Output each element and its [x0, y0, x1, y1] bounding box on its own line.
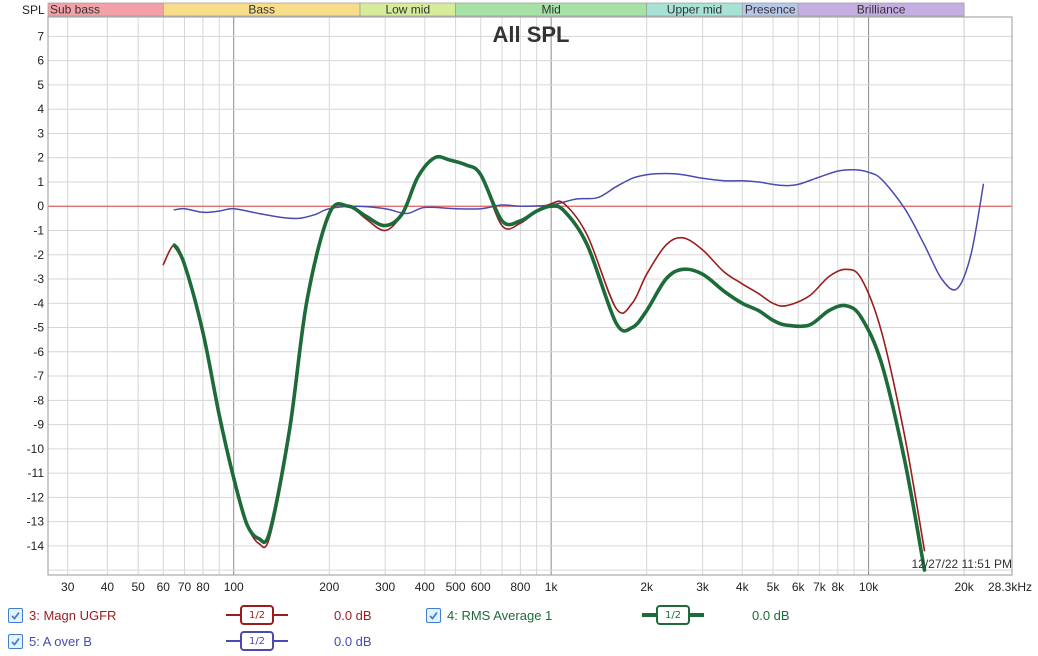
checkbox[interactable]	[8, 607, 23, 623]
x-tick-label: 20k	[954, 580, 974, 594]
x-tick-label: 30	[61, 580, 75, 594]
y-tick-label: -9	[33, 418, 44, 432]
checkbox[interactable]	[426, 607, 441, 623]
y-tick-label: -6	[33, 345, 44, 359]
x-tick-label: 400	[415, 580, 435, 594]
y-tick-label: 1	[37, 175, 44, 189]
band-label: Sub bass	[50, 3, 100, 17]
x-tick-label: 10k	[859, 580, 879, 594]
x-tick-label: 6k	[792, 580, 806, 594]
y-tick-label: 3	[37, 126, 44, 140]
x-tick-label: 4k	[736, 580, 750, 594]
series-lines	[162, 154, 985, 572]
offset-value-a-over-b: 0.0 dB	[334, 633, 372, 649]
timestamp: 12/27/22 11:51 PM	[911, 557, 1012, 571]
frequency-band-bar: Sub bass Bass Low mid Mid Upper mid Presence B…	[47, 3, 965, 17]
legend-item-a-over-b[interactable]: 5: A over B	[8, 630, 92, 652]
x-tick-label: 50	[131, 580, 145, 594]
y-tick-label: -5	[33, 321, 44, 335]
legend-item-magn-ugfr[interactable]: 3: Magn UGFR	[8, 604, 116, 626]
band-label: Bass	[248, 3, 275, 17]
x-tick-label: 800	[510, 580, 530, 594]
y-tick-label: 5	[37, 78, 44, 92]
y-tick-label: -3	[33, 272, 44, 286]
x-tick-label: 3k	[696, 580, 710, 594]
smoothing-value[interactable]: 1/2	[240, 605, 274, 625]
smoothing-value[interactable]: 1/2	[656, 605, 690, 625]
band-label: Low mid	[385, 3, 430, 17]
legend-label: 4: RMS Average 1	[447, 607, 553, 623]
y-tick-label: 7	[37, 29, 44, 43]
x-tick-label: 40	[101, 580, 115, 594]
chart-title: All SPL	[492, 22, 569, 47]
smoothing-control-magn-ugfr[interactable]: 1/2	[226, 604, 288, 626]
smoothing-value[interactable]: 1/2	[240, 631, 274, 651]
y-tick-label: -14	[27, 539, 45, 553]
smoothing-control-rms-average[interactable]: 1/2	[642, 604, 704, 626]
x-tick-label: 1k	[545, 580, 559, 594]
y-tick-label: -2	[33, 248, 44, 262]
y-tick-label: 6	[37, 54, 44, 68]
x-tick-label: 100	[224, 580, 244, 594]
x-tick-label: 60	[157, 580, 171, 594]
smoothing-control-a-over-b[interactable]: 1/2	[226, 630, 288, 652]
x-tick-labels: 30 40 50 60 70 80 100 200 300 400 500 600 800 1k 2k 3k 4…	[61, 580, 1032, 594]
series-line-series4[interactable]	[172, 154, 927, 572]
x-tick-label: 300	[375, 580, 395, 594]
y-axis-label: SPL	[22, 3, 45, 17]
y-tick-label: -13	[27, 515, 45, 529]
legend-label: 3: Magn UGFR	[29, 607, 117, 623]
y-tick-label: 4	[37, 102, 44, 116]
y-tick-label: -10	[27, 442, 45, 456]
band-label: Upper mid	[667, 3, 722, 17]
offset-value-magn-ugfr: 0.0 dB	[334, 607, 372, 623]
x-tick-label: 28.3kHz	[988, 580, 1032, 594]
band-label: Presence	[745, 3, 796, 17]
band-label: Brilliance	[857, 3, 906, 17]
y-tick-label: -1	[33, 223, 44, 237]
offset-value-rms-average: 0.0 dB	[752, 607, 790, 623]
y-tick-labels: 7 6 5 4 3 2 1 0 -1 -2 -3 -4 -5 -6 -7 -8 -9 -10 -11 -12 -13 -1…	[27, 29, 45, 552]
x-tick-label: 70	[178, 580, 192, 594]
y-tick-label: -12	[27, 490, 45, 504]
y-tick-label: -8	[33, 393, 44, 407]
y-tick-label: -7	[33, 369, 44, 383]
x-tick-label: 7k	[813, 580, 827, 594]
x-tick-label: 2k	[640, 580, 654, 594]
x-tick-label: 80	[196, 580, 210, 594]
legend-label: 5: A over B	[29, 633, 92, 649]
x-tick-label: 200	[319, 580, 339, 594]
x-tick-label: 600	[471, 580, 491, 594]
x-tick-label: 8k	[831, 580, 845, 594]
spl-chart[interactable]: Sub bass Bass Low mid Mid Upper mid Presence B…	[0, 0, 1038, 600]
y-tick-label: 0	[37, 199, 44, 213]
x-tick-label: 500	[446, 580, 466, 594]
x-tick-label: 5k	[767, 580, 781, 594]
y-tick-label: 2	[37, 151, 44, 165]
legend-item-rms-average[interactable]: 4: RMS Average 1	[426, 604, 552, 626]
checkbox[interactable]	[8, 633, 23, 649]
y-tick-label: -4	[33, 296, 44, 310]
band-label: Mid	[541, 3, 560, 17]
y-tick-label: -11	[28, 466, 45, 480]
